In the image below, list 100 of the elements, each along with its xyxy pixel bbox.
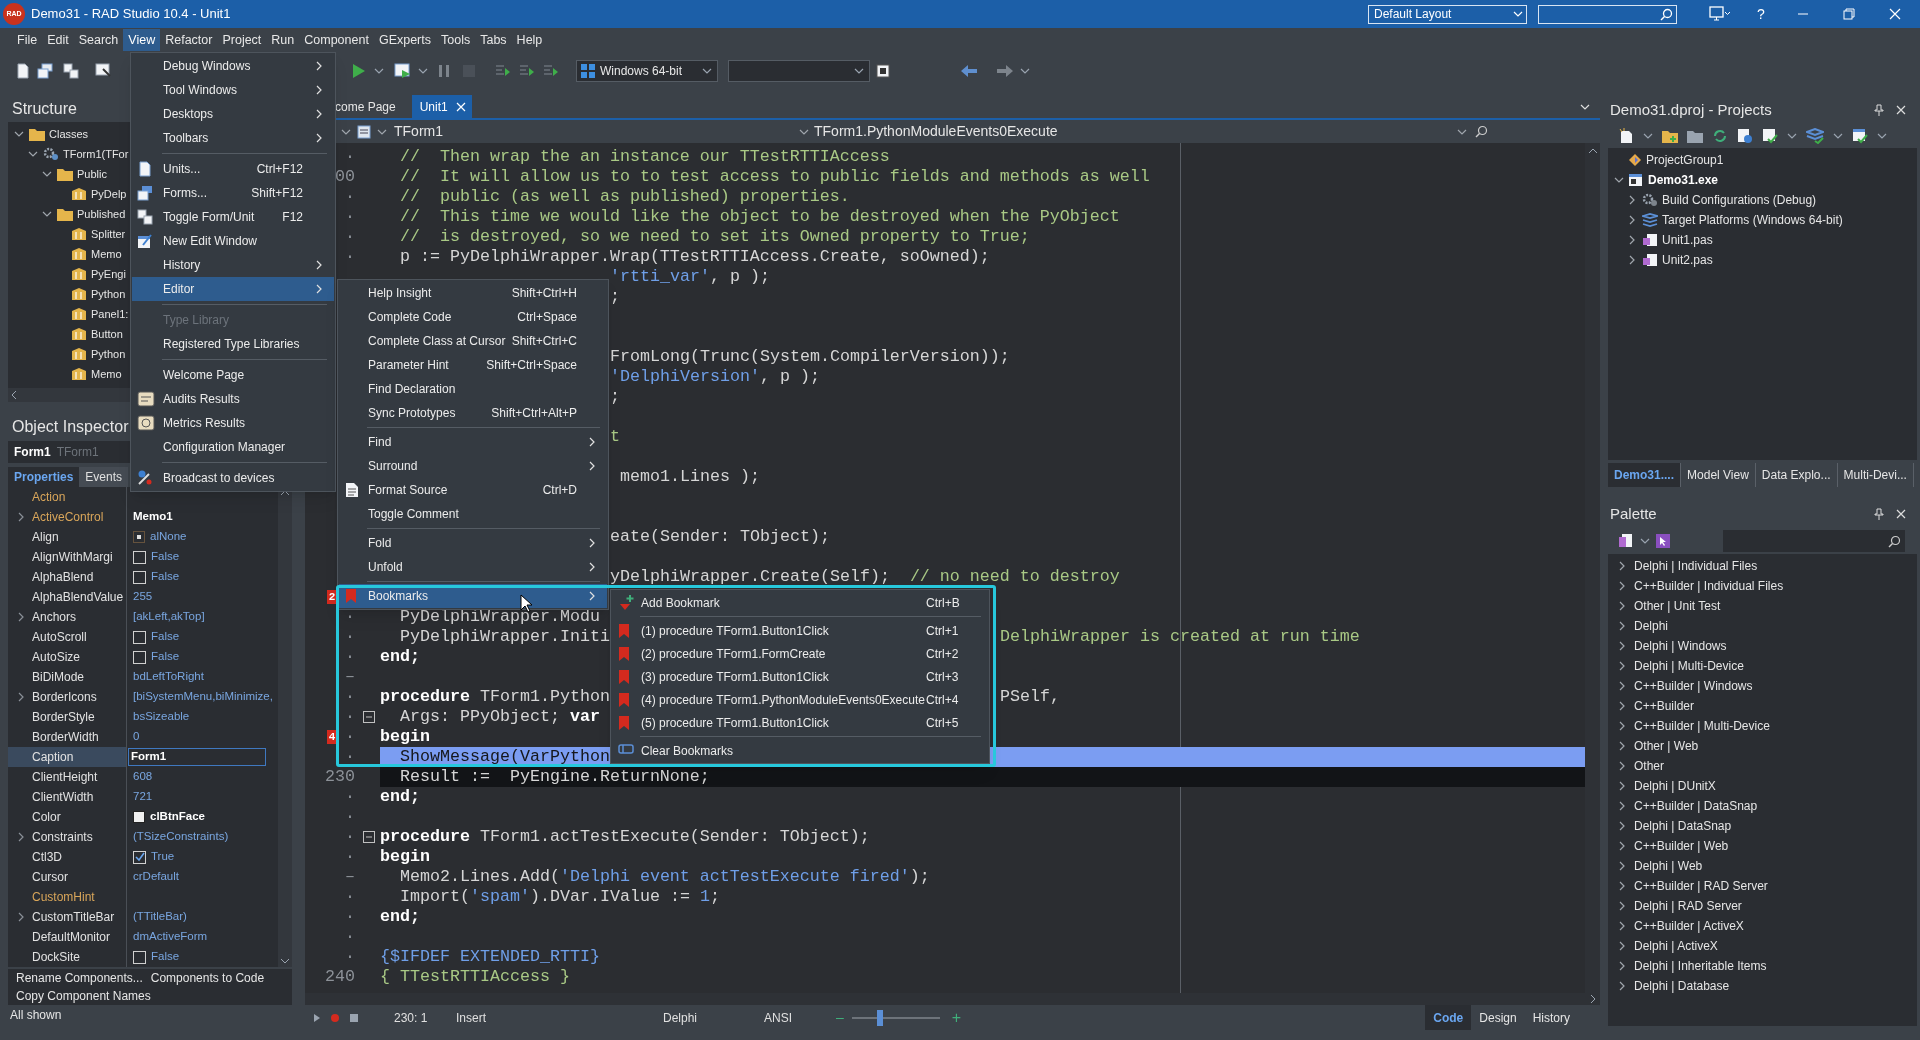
property-name: Caption (32, 749, 74, 766)
code-line: PyDelphiWrapper.Initi (399, 627, 610, 646)
line-number: · (345, 247, 355, 266)
bookmark-marker: 4 (327, 730, 337, 744)
code-line: 'DelphiVersion', p ); (610, 367, 820, 387)
code-line: 'rtti_var', p ); (610, 267, 770, 287)
property-value: bdLeftToRight (133, 669, 204, 685)
panel-title: Palette (1610, 503, 1658, 524)
property-name: Anchors (32, 609, 77, 626)
line-number: · (345, 887, 355, 906)
code-line: memo1.Lines ); (619, 467, 760, 487)
panel-title: Structure (12, 99, 77, 119)
line-number: · (345, 747, 355, 766)
object-name: Form1 (14, 444, 51, 461)
property-name: AlphaBlend (32, 569, 94, 586)
property-name: BorderWidth (32, 729, 99, 746)
panel-title: Demo31.dproj - Projects (1610, 99, 1773, 120)
property-value: 0 (133, 729, 140, 745)
property-value: bsSizeable (133, 709, 190, 725)
language-label: Delphi (663, 1009, 699, 1027)
line-number: · (345, 947, 355, 966)
line-number: · (345, 607, 355, 626)
property-name: Action (32, 489, 66, 506)
line-number: · (345, 847, 355, 866)
property-value: True (151, 849, 175, 865)
code-line: yDelphiWrapper.Create(Self); // no need to destroy (610, 567, 1120, 587)
property-name: Cursor (32, 869, 68, 886)
code-line: eate(Sender: TObject); (610, 527, 830, 547)
shortcut-text: Ctrl+3 (926, 668, 960, 686)
code-line: // This time we would like the object to be destroyed when the PyObject (399, 207, 1120, 226)
property-value: False (151, 569, 180, 585)
status-text: All shown (9, 1007, 63, 1024)
code-line: // Then wrap the an instance our TTestRTTIAccess (399, 147, 890, 166)
shortcut-text: Shift+F12 (251, 185, 303, 202)
property-name: ClientWidth (32, 789, 94, 806)
property-name: CustomHint (32, 889, 95, 906)
property-name: AlphaBlendValue (32, 589, 124, 606)
property-value: False (151, 549, 180, 565)
shortcut-text: Ctrl+1 (926, 622, 960, 640)
code-line: { TTestRTTIAccess } (380, 967, 570, 986)
line-number: · (345, 187, 355, 206)
property-value: (TSizeConstraints) (133, 829, 229, 845)
property-name: AlignWithMargi (32, 549, 113, 566)
line-number: · (345, 787, 355, 806)
bookmark-marker: 2 (327, 590, 337, 604)
code-line: p := PyDelphiWrapper.Wrap(TTestRTTIAccess.Create, soOwned); (399, 247, 990, 266)
code-line: procedure TForm1.actTestExecute(Sender: TObject); (380, 827, 870, 846)
code-line: // is destroyed, so we need to set its Owned property to True; (399, 227, 1030, 246)
shortcut-text: Shift+Ctrl+C (511, 333, 577, 350)
line-number: · (345, 647, 355, 666)
code-line: // public (as well as published) properties. (399, 187, 850, 206)
property-value: Memo1 (133, 509, 173, 525)
shortcut-text: Ctrl+2 (926, 645, 960, 663)
property-value: 608 (133, 769, 153, 785)
code-line: t (610, 427, 620, 447)
code-line: end; (380, 647, 420, 666)
property-name: ClientHeight (32, 769, 98, 786)
line-number: · (345, 207, 355, 226)
code-line: ; (610, 387, 620, 407)
line-number: – (345, 867, 355, 886)
line-number: · (345, 627, 355, 646)
line-number: · (345, 687, 355, 706)
property-name: BiDiMode (32, 669, 85, 686)
line-number: · (345, 807, 355, 826)
shortcut-text: Shift+Ctrl+H (511, 285, 577, 302)
encoding-label: ANSI (764, 1009, 793, 1027)
shortcut-text: Ctrl+5 (926, 714, 960, 732)
line-number: – (345, 667, 355, 686)
property-value: False (151, 649, 180, 665)
code-line: end; (380, 787, 420, 806)
shortcut-text: Ctrl+Space (517, 309, 577, 326)
object-class: TForm1 (56, 444, 99, 461)
property-name: Constraints (32, 829, 93, 846)
code-line: // It will allow us to to test access to public fields and methods as well (399, 167, 1150, 186)
line-number: · (345, 707, 355, 726)
code-line: PyDelphiWrapper.Modu (399, 607, 600, 626)
property-name: AutoScroll (32, 629, 87, 646)
shortcut-text: Ctrl+F12 (256, 161, 303, 178)
line-number: · (345, 907, 355, 926)
shortcut-text: Shift+Ctrl+Alt+P (491, 405, 577, 422)
line-number: · (345, 827, 355, 846)
line-number: 240 (325, 967, 355, 986)
code-line: PSelf, (1000, 687, 1060, 707)
property-name: DefaultMonitor (32, 929, 111, 946)
shortcut-text: Ctrl+D (542, 482, 577, 499)
code-line: Result := PyEngine.ReturnNone; (399, 767, 710, 786)
shortcut-text: F12 (282, 209, 303, 226)
property-name: ActiveControl (32, 509, 104, 526)
code-line: DelphiWrapper is created at run time (1000, 627, 1360, 647)
property-value: crDefault (133, 869, 180, 885)
property-value: 721 (133, 789, 153, 805)
property-value: False (151, 629, 180, 645)
code-line: end; (380, 907, 420, 926)
code-line: FromLong(Trunc(System.CompilerVersion)); (610, 347, 1010, 367)
code-line: Import('spam').DVar.IValue := 1; (399, 887, 720, 906)
property-name: BorderIcons (32, 689, 97, 706)
code-line: begin (380, 847, 430, 866)
property-value: [akLeft,akTop] (133, 609, 205, 625)
code-line: ; (610, 287, 620, 307)
line-number: · (345, 927, 355, 946)
